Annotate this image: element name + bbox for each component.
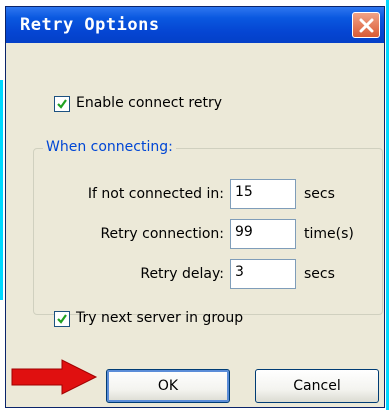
background-line — [386, 0, 389, 410]
red-arrow-icon — [11, 359, 98, 395]
close-icon — [359, 18, 374, 33]
dialog-content: Enable connect retry When connecting: If… — [6, 43, 384, 407]
not-connected-unit: secs — [304, 186, 335, 202]
not-connected-input[interactable]: 15 — [230, 179, 296, 209]
checkmark-icon — [57, 314, 67, 324]
not-connected-label: If not connected in: — [87, 186, 224, 202]
checkmark-icon — [57, 99, 67, 109]
retry-connection-input[interactable]: 99 — [230, 219, 296, 249]
background-line — [0, 80, 3, 300]
close-button[interactable] — [352, 12, 380, 38]
try-next-server-checkbox[interactable] — [54, 311, 70, 327]
try-next-server-label[interactable]: Try next server in group — [76, 310, 243, 326]
ok-button[interactable]: OK — [106, 369, 230, 403]
retry-connection-label: Retry connection: — [100, 226, 224, 242]
retry-options-dialog: Retry Options Enable connect retry When … — [5, 6, 385, 408]
retry-delay-label: Retry delay: — [140, 266, 224, 282]
group-title: When connecting: — [43, 139, 176, 155]
title-bar[interactable]: Retry Options — [6, 7, 384, 43]
cancel-button[interactable]: Cancel — [255, 369, 379, 403]
window-title: Retry Options — [20, 15, 160, 35]
enable-retry-label[interactable]: Enable connect retry — [76, 95, 222, 111]
retry-connection-unit: time(s) — [304, 226, 354, 242]
enable-retry-checkbox[interactable] — [54, 96, 70, 112]
retry-delay-unit: secs — [304, 266, 335, 282]
retry-delay-input[interactable]: 3 — [230, 259, 296, 289]
